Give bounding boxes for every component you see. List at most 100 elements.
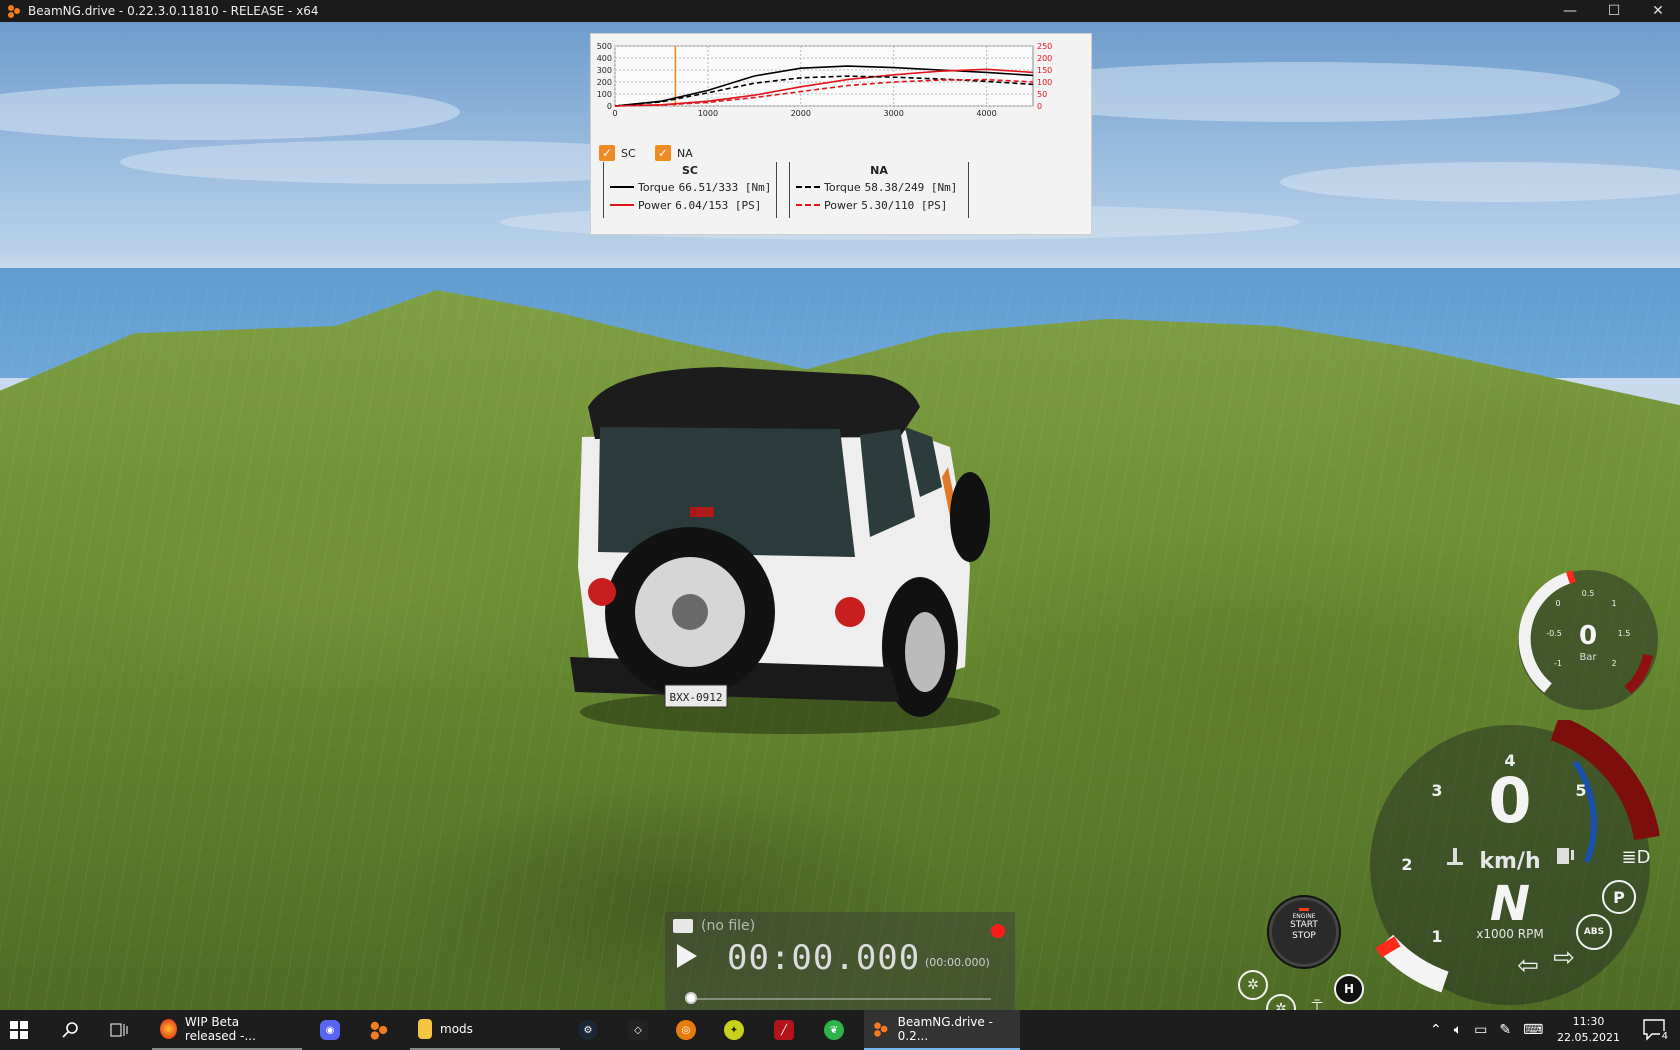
sc-power-value: 6.04/153 [PS] xyxy=(675,198,762,212)
taskbar-unity[interactable]: ◇ xyxy=(628,1010,648,1050)
boost-gauge: 0 0.5 1 1.5 2 -0.5 -1 0 Bar xyxy=(1518,570,1658,710)
gear-shifter-icon[interactable]: ⍑ xyxy=(1305,994,1329,1011)
start-button[interactable] xyxy=(10,1010,28,1050)
speed-unit: km/h xyxy=(1479,849,1540,874)
replay-seek-bar[interactable] xyxy=(691,998,991,1000)
taskbar-beamng-launcher[interactable] xyxy=(368,1010,390,1050)
sc-torque-value: 66.51/333 [Nm] xyxy=(678,180,772,194)
boost-tick-05: 0.5 xyxy=(1582,589,1595,598)
taskbar-app-green[interactable]: ❦ xyxy=(824,1010,844,1050)
notification-center-button[interactable]: 4 xyxy=(1642,1018,1670,1042)
abs-icon[interactable]: ABS xyxy=(1576,914,1612,950)
replay-file-row[interactable]: (no file) xyxy=(673,918,755,934)
y-left-tick-label: 0 xyxy=(607,102,612,111)
task-view-button[interactable] xyxy=(110,1010,128,1050)
sc-toggle-label: SC xyxy=(621,146,636,160)
game-viewport[interactable]: BXX-0912 500 400 300 200 100 0 250 200 150 100 50 0… xyxy=(0,22,1680,1010)
boost-unit: Bar xyxy=(1579,652,1597,663)
na-torque-swatch xyxy=(796,186,820,188)
replay-file-name: (no file) xyxy=(701,918,756,934)
vehicle: BXX-0912 xyxy=(570,367,1000,734)
yellow-app-icon: ✦ xyxy=(724,1020,744,1040)
tray-expand-icon[interactable]: ⌃ xyxy=(1430,1022,1442,1038)
gear-indicator: N xyxy=(1490,876,1530,932)
toggle-sc[interactable]: ✓ SC xyxy=(599,145,636,161)
x-tick-label: 3000 xyxy=(883,109,903,118)
boost-tick-m05: -0.5 xyxy=(1546,629,1562,638)
sc-power-label: Power xyxy=(638,198,672,212)
boost-tick-15: 1.5 xyxy=(1618,629,1631,638)
taskbar-beamng[interactable]: BeamNG.drive - 0.2... xyxy=(864,1010,1020,1050)
engine-start-stop-button[interactable]: ENGINE START STOP xyxy=(1269,897,1339,967)
parking-brake-icon[interactable]: P xyxy=(1602,880,1636,914)
replay-seek-knob[interactable] xyxy=(685,992,697,1004)
tire-icon-1[interactable]: ✲ xyxy=(1238,970,1268,1000)
minimize-button[interactable]: — xyxy=(1548,0,1592,22)
license-plate-text: BXX-0912 xyxy=(670,691,723,704)
na-legend: NA Torque 58.38/249 [Nm] Power 5.30/110 … xyxy=(789,162,969,218)
na-power-swatch xyxy=(796,204,820,206)
y-right-tick-label: 100 xyxy=(1037,78,1052,87)
x-tick-label: 1000 xyxy=(698,109,718,118)
taskbar-clock[interactable]: 11:30 22.05.2021 xyxy=(1557,1014,1620,1046)
start-label: START xyxy=(1290,920,1318,930)
speed-value: 0 xyxy=(1488,764,1531,837)
engine-indicator xyxy=(1299,908,1309,911)
rpm-tick-5: 5 xyxy=(1575,781,1586,800)
window-titlebar: BeamNG.drive - 0.22.3.0.11810 - RELEASE … xyxy=(0,0,1680,22)
system-tray: ⌃ 🔈︎ ▭ ✎ ⌨ xyxy=(1430,1010,1543,1050)
y-left-tick-label: 200 xyxy=(597,78,612,87)
task-view-icon xyxy=(110,1023,128,1037)
window-title: BeamNG.drive - 0.22.3.0.11810 - RELEASE … xyxy=(28,4,319,18)
unity-icon: ◇ xyxy=(628,1020,648,1040)
search-button[interactable] xyxy=(62,1010,80,1050)
replay-panel: (no file) 00:00.000 (00:00.000) xyxy=(665,912,1015,1010)
taskbar: WIP Beta released -... ◉ mods ⚙ ◇ ◎ ✦ ╱ … xyxy=(0,1010,1680,1050)
replay-time-total: (00:00.000) xyxy=(925,956,990,969)
play-button[interactable] xyxy=(677,944,697,968)
boost-value: 0 xyxy=(1579,621,1597,651)
taskbar-blender[interactable]: ◎ xyxy=(676,1010,696,1050)
taskbar-explorer[interactable]: mods xyxy=(410,1010,560,1050)
folder-icon[interactable] xyxy=(673,919,693,933)
na-power-label: Power xyxy=(824,198,858,212)
beamng-task-label: BeamNG.drive - 0.2... xyxy=(897,1015,993,1043)
discord-icon: ◉ xyxy=(320,1020,340,1040)
beamng-launcher-icon xyxy=(370,1021,388,1040)
maximize-button[interactable]: ☐ xyxy=(1592,0,1636,22)
sc-checkbox[interactable]: ✓ xyxy=(599,145,615,161)
blender-icon: ◎ xyxy=(676,1020,696,1040)
na-checkbox[interactable]: ✓ xyxy=(655,145,671,161)
taskbar-discord[interactable]: ◉ xyxy=(320,1010,340,1050)
record-button[interactable] xyxy=(991,924,1005,938)
clock-time: 11:30 xyxy=(1572,1015,1605,1028)
network-icon[interactable]: ▭ xyxy=(1474,1022,1487,1038)
toggle-na[interactable]: ✓ NA xyxy=(655,145,693,161)
sc-power-swatch xyxy=(610,204,634,206)
x-tick-label: 0 xyxy=(612,109,617,118)
close-button[interactable]: ✕ xyxy=(1636,0,1680,22)
taskbar-steam[interactable]: ⚙ xyxy=(578,1010,598,1050)
torque-power-chart: 50040030020010002502001501005000 1000 2000… xyxy=(597,42,1053,118)
steam-icon: ⚙ xyxy=(578,1020,598,1040)
pen-icon[interactable]: ✎ xyxy=(1499,1022,1511,1038)
taskbar-app-red[interactable]: ╱ xyxy=(774,1010,794,1050)
turn-signal-left-icon[interactable]: ⇦ xyxy=(1514,951,1542,981)
sc-torque-row: Torque 66.51/333 [Nm] xyxy=(604,177,776,197)
turn-signal-right-icon[interactable]: ⇨ xyxy=(1550,943,1578,973)
beamng-app-icon xyxy=(8,5,20,18)
na-torque-label: Torque xyxy=(824,180,861,194)
sc-legend-title: SC xyxy=(682,164,698,177)
y-right-tick-label: 50 xyxy=(1037,90,1047,99)
na-power-value: 5.30/110 [PS] xyxy=(861,198,948,212)
volume-icon[interactable]: 🔈︎ xyxy=(1454,1022,1462,1038)
y-right-tick-label: 250 xyxy=(1037,42,1052,51)
keyboard-icon[interactable]: ⌨ xyxy=(1523,1022,1543,1038)
taskbar-firefox[interactable]: WIP Beta released -... xyxy=(152,1010,302,1050)
search-icon xyxy=(62,1022,78,1038)
taskbar-app-yellow[interactable]: ✦ xyxy=(724,1010,744,1050)
y-right-tick-label: 0 xyxy=(1037,102,1042,111)
boost-tick-2: 2 xyxy=(1611,659,1616,668)
x-tick-label: 2000 xyxy=(791,109,811,118)
handbrake-icon[interactable]: H xyxy=(1334,974,1364,1004)
